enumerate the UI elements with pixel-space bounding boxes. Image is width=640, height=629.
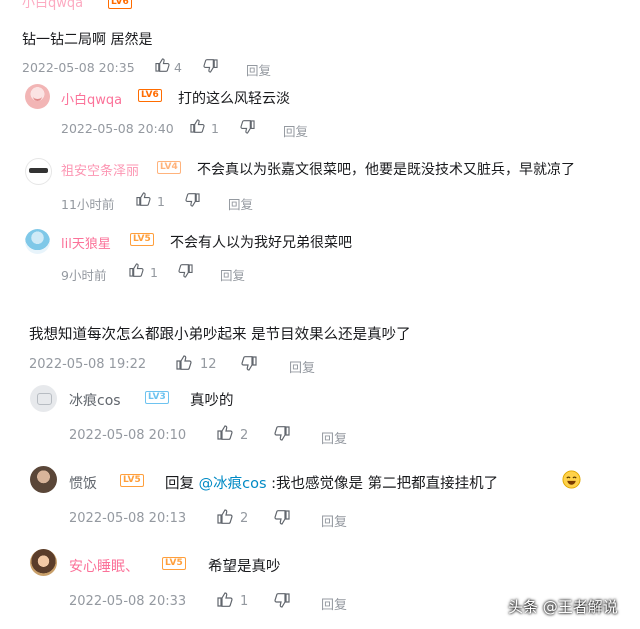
avatar[interactable] [25, 229, 50, 254]
reply-button[interactable]: 回复 [289, 357, 315, 376]
reply-text: :我也感觉像是 第二把都直接挂机了 [271, 476, 499, 492]
like-count: 1 [240, 594, 249, 609]
avatar[interactable] [25, 84, 50, 109]
level-badge: LV5 [130, 233, 154, 246]
comment-time: 2022-05-08 20:35 [22, 60, 135, 75]
level-badge: LV5 [120, 474, 144, 487]
thumb-up-icon[interactable] [155, 58, 170, 72]
like-count: 1 [157, 194, 165, 209]
like-count: 4 [174, 60, 182, 75]
reply-username[interactable]: 惯饭 [69, 473, 97, 493]
reply-text-line: 回复 @冰痕cos :我也感觉像是 第二把都直接挂机了 [165, 472, 498, 493]
thumb-up-icon[interactable] [176, 355, 192, 370]
reply-button[interactable]: 回复 [321, 594, 347, 613]
cutoff-level-badge: LV6 [108, 0, 132, 9]
reply-time: 2022-05-08 20:40 [61, 121, 174, 136]
thumb-up-icon[interactable] [217, 592, 233, 607]
reply-button[interactable]: 回复 [220, 265, 245, 284]
thumb-down-icon[interactable] [274, 593, 290, 608]
reply-button[interactable]: 回复 [228, 194, 253, 213]
cutoff-username: 小白qwqa [22, 0, 84, 11]
mention-link[interactable]: @冰痕cos [199, 476, 267, 492]
thumb-down-icon[interactable] [203, 59, 218, 73]
thumb-up-icon[interactable] [217, 425, 233, 440]
reply-button[interactable]: 回复 [283, 121, 308, 140]
reply-username[interactable]: 祖安空条泽丽 [61, 160, 139, 179]
thumb-down-icon[interactable] [185, 193, 200, 207]
reply-prefix: 回复 [165, 476, 194, 492]
reply-button[interactable]: 回复 [321, 428, 347, 447]
like-count: 1 [150, 265, 158, 280]
level-badge: LV4 [157, 161, 181, 174]
thumb-up-icon[interactable] [136, 192, 151, 206]
reply-time: 11小时前 [61, 197, 115, 212]
thumb-down-icon[interactable] [241, 356, 257, 371]
like-count: 2 [240, 511, 249, 526]
reply-time: 2022-05-08 20:33 [69, 594, 187, 609]
like-count: 2 [240, 428, 249, 443]
reply-time: 2022-05-08 20:13 [69, 511, 187, 526]
reply-text: 打的这么风轻云淡 [178, 91, 290, 107]
watermark: 头条 @王者解说 [508, 598, 618, 616]
reply-time: 2022-05-08 20:10 [69, 428, 187, 443]
thumb-up-icon[interactable] [129, 263, 144, 277]
like-count: 1 [211, 121, 219, 136]
thumb-down-icon[interactable] [274, 426, 290, 441]
reply-username[interactable]: 冰痕cos [69, 390, 121, 410]
avatar[interactable] [30, 466, 57, 493]
reply-button[interactable]: 回复 [246, 60, 271, 79]
reply-text: 希望是真吵 [208, 559, 281, 575]
level-badge: LV3 [145, 391, 169, 404]
like-count: 12 [200, 357, 217, 372]
comment-text: 钻一钻二局啊 居然是 [22, 32, 153, 48]
thumb-down-icon[interactable] [274, 510, 290, 525]
cutoff-header: 小白qwqa LV6 [22, 0, 142, 11]
thumb-down-icon[interactable] [240, 120, 255, 134]
thumb-down-icon[interactable] [178, 264, 193, 278]
avatar[interactable] [25, 158, 52, 185]
reply-time: 9小时前 [61, 268, 107, 283]
thumb-up-icon[interactable] [217, 509, 233, 524]
laughing-emoji-icon [562, 470, 581, 489]
avatar[interactable] [30, 385, 57, 412]
level-badge: LV5 [162, 557, 186, 570]
comment-time: 2022-05-08 19:22 [29, 357, 147, 372]
reply-username[interactable]: 小白qwqa [61, 89, 122, 108]
comment-text: 我想知道每次怎么都跟小弟吵起来 是节目效果么还是真吵了 [29, 327, 411, 343]
reply-text: 不会有人以为我好兄弟很菜吧 [170, 235, 352, 251]
level-badge: LV6 [138, 89, 162, 102]
reply-username[interactable]: 安心睡眠、 [69, 556, 139, 576]
reply-button[interactable]: 回复 [321, 511, 347, 530]
reply-username[interactable]: lil天狼星 [61, 233, 111, 252]
reply-text: 不会真以为张嘉文很菜吧，他要是既没技术又脏兵，早就凉了 [197, 162, 575, 178]
avatar[interactable] [30, 549, 57, 576]
reply-text: 真吵的 [190, 393, 234, 409]
thumb-up-icon[interactable] [190, 119, 205, 133]
